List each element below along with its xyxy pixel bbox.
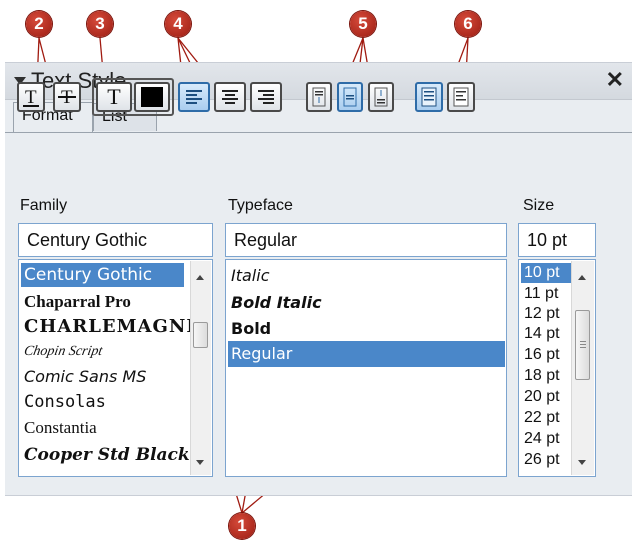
text-box-button[interactable] (447, 82, 475, 112)
align-left-icon (186, 90, 202, 104)
callout-2: 2 (26, 11, 52, 37)
list-item[interactable]: Italic (228, 266, 269, 285)
fill-color-button[interactable] (134, 82, 170, 112)
callout-5: 5 (350, 11, 376, 37)
callout-3: 3 (87, 11, 113, 37)
callout-4: 4 (165, 11, 191, 37)
list-item[interactable]: CHARLEMAGNE (21, 316, 201, 337)
list-item[interactable]: Bold (228, 319, 271, 338)
size-list[interactable]: 10 pt 11 pt 12 pt 14 pt 16 pt 18 pt 20 p… (518, 259, 596, 477)
valign-bottom-icon (374, 87, 388, 107)
list-item[interactable]: 14 pt (521, 325, 560, 343)
scroll-down-icon[interactable] (196, 460, 204, 465)
size-input[interactable]: 10 pt (518, 223, 596, 257)
callout-6: 6 (455, 11, 481, 37)
typeface-input[interactable]: Regular (225, 223, 507, 257)
valign-middle-icon (343, 87, 357, 107)
scroll-thumb[interactable] (575, 310, 590, 380)
list-item[interactable]: 18 pt (521, 367, 560, 385)
callout-1: 1 (229, 513, 255, 539)
valign-top-button[interactable] (306, 82, 332, 112)
scroll-thumb[interactable] (193, 322, 208, 348)
text-box-icon (453, 87, 469, 107)
family-label: Family (20, 197, 68, 214)
list-item[interactable]: 24 pt (521, 430, 560, 448)
text-wrap-icon (421, 87, 437, 107)
list-item[interactable]: Chaparral Pro (21, 292, 131, 312)
align-right-icon (258, 90, 274, 104)
scroll-up-icon[interactable] (196, 275, 204, 280)
valign-top-icon (312, 87, 326, 107)
close-icon[interactable]: ✕ (606, 67, 624, 93)
list-item[interactable]: 12 pt (521, 305, 560, 323)
family-scrollbar[interactable] (190, 261, 211, 475)
list-item[interactable]: 10 pt (521, 263, 573, 283)
typeface-list[interactable]: Italic Bold Italic Bold Regular (225, 259, 507, 477)
list-item[interactable]: Regular (228, 341, 505, 367)
size-label: Size (523, 197, 555, 214)
list-item[interactable]: 16 pt (521, 346, 560, 364)
list-item[interactable]: Bold Italic (228, 293, 322, 312)
strikethrough-button[interactable]: T (53, 82, 81, 112)
list-item[interactable]: Chopin Script (20, 344, 104, 360)
scroll-down-icon[interactable] (578, 460, 586, 465)
underline-button[interactable]: T (17, 82, 45, 112)
fill-color-swatch (141, 87, 163, 107)
size-scrollbar[interactable] (571, 261, 594, 475)
family-list[interactable]: Century Gothic Chaparral Pro CHARLEMAGNE… (18, 259, 213, 477)
family-input[interactable]: Century Gothic (18, 223, 213, 257)
list-item[interactable]: Constantia (21, 418, 97, 438)
typeface-label: Typeface (228, 197, 293, 214)
list-item[interactable]: Cooper Std Black (21, 445, 190, 465)
text-wrap-button[interactable] (415, 82, 443, 112)
text-color-icon: T (107, 84, 121, 109)
text-color-button[interactable]: T (96, 82, 132, 112)
list-item[interactable]: 20 pt (521, 388, 560, 406)
scroll-up-icon[interactable] (578, 275, 586, 280)
valign-bottom-button[interactable] (368, 82, 394, 112)
list-item[interactable]: 22 pt (521, 409, 560, 427)
align-center-button[interactable] (214, 82, 246, 112)
svg-text:T: T (25, 87, 37, 108)
underline-icon: T (23, 87, 39, 108)
align-center-icon (222, 90, 238, 104)
align-right-button[interactable] (250, 82, 282, 112)
list-item[interactable]: Comic Sans MS (21, 367, 146, 386)
align-left-button[interactable] (178, 82, 210, 112)
list-item[interactable]: 26 pt (521, 451, 560, 469)
strikethrough-icon: T (58, 87, 76, 108)
list-item[interactable]: 11 pt (521, 285, 558, 303)
list-item[interactable]: Century Gothic (21, 263, 184, 287)
list-item[interactable]: Consolas (21, 392, 106, 412)
valign-middle-button[interactable] (337, 82, 363, 112)
